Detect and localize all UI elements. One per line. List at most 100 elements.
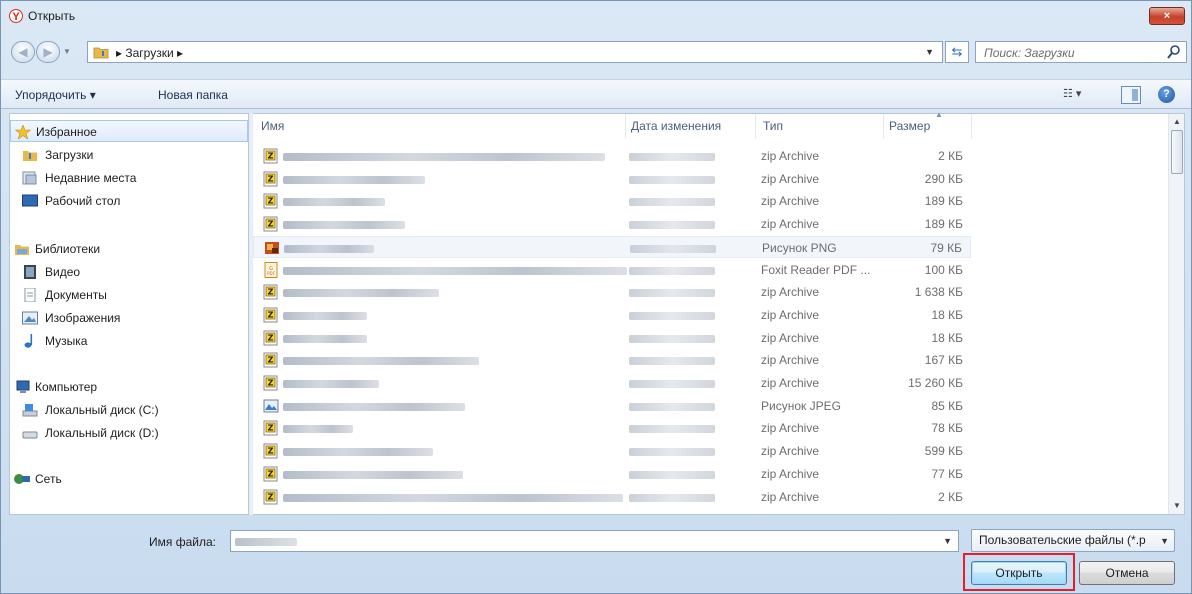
table-row[interactable]: Рисунок JPEG 85 КБ xyxy=(253,395,971,417)
svg-text:Z: Z xyxy=(268,197,274,206)
nav-disk-c[interactable]: Локальный диск (C:) xyxy=(10,399,248,421)
desktop-icon xyxy=(22,194,38,207)
close-button[interactable]: × xyxy=(1149,7,1185,25)
zip-archive-icon: Z xyxy=(263,466,279,482)
svg-text:Z: Z xyxy=(268,379,274,388)
column-size[interactable]: Размер xyxy=(889,114,930,138)
column-name[interactable]: Имя xyxy=(261,114,284,138)
table-row[interactable]: Zzip Archive 18 КБ xyxy=(253,327,971,349)
zip-archive-icon: Z xyxy=(263,375,279,391)
file-date-redacted xyxy=(629,425,715,434)
table-row[interactable]: Zzip Archive 2 КБ xyxy=(253,145,971,167)
table-row[interactable]: Zzip Archive 290 КБ xyxy=(253,168,971,190)
forward-button[interactable]: ▶ xyxy=(36,41,60,63)
table-row[interactable]: Zzip Archive 2 КБ xyxy=(253,486,971,508)
table-row[interactable]: Zzip Archive 15 260 КБ xyxy=(253,372,971,394)
refresh-icon[interactable]: ⇆ xyxy=(945,41,969,63)
column-divider[interactable] xyxy=(883,114,884,138)
file-type-filter[interactable]: Пользовательские файлы (*.p ▼ xyxy=(971,529,1175,552)
filename-input[interactable]: ▼ xyxy=(230,530,959,552)
back-button[interactable]: ◀ xyxy=(11,41,35,63)
file-name-redacted xyxy=(283,493,623,502)
filename-value-redacted xyxy=(235,538,297,546)
file-type: zip Archive xyxy=(761,489,820,504)
highlight-annotation xyxy=(963,553,1075,591)
breadcrumb[interactable]: ▸ Загрузки ▸ xyxy=(116,46,183,60)
file-type: zip Archive xyxy=(761,217,820,232)
file-size: 1 638 КБ xyxy=(914,285,963,300)
search-placeholder: Поиск: Загрузки xyxy=(984,46,1075,60)
zip-archive-icon: Z xyxy=(263,193,279,209)
file-name-redacted xyxy=(283,357,479,366)
file-size: 77 КБ xyxy=(931,466,963,481)
new-folder-button[interactable]: Новая папка xyxy=(158,88,228,102)
system-drive-icon xyxy=(22,404,38,417)
zip-archive-icon: Z xyxy=(263,216,279,232)
preview-pane-icon[interactable] xyxy=(1121,86,1141,104)
vertical-scrollbar[interactable]: ▲ ▼ xyxy=(1168,114,1184,514)
filename-dropdown-icon[interactable]: ▼ xyxy=(943,536,952,546)
file-type: Рисунок PNG xyxy=(762,240,837,255)
nav-music[interactable]: Музыка xyxy=(10,330,248,352)
downloads-folder-icon xyxy=(23,151,37,161)
table-row[interactable]: Рисунок PNG 79 КБ xyxy=(253,235,971,258)
column-divider[interactable] xyxy=(755,114,756,138)
column-date[interactable]: Дата изменения xyxy=(631,114,721,138)
address-dropdown-icon[interactable]: ▼ xyxy=(925,47,934,57)
scroll-thumb[interactable] xyxy=(1171,130,1183,174)
folder-icon xyxy=(93,47,109,59)
title-bar: Y Открыть × xyxy=(1,1,1191,31)
file-date-redacted xyxy=(629,402,715,411)
table-row[interactable]: Zzip Archive 167 КБ xyxy=(253,349,971,371)
column-divider[interactable] xyxy=(625,114,626,138)
table-row[interactable]: Zzip Archive 189 КБ xyxy=(253,190,971,212)
file-size: 15 260 КБ xyxy=(908,376,963,390)
nav-desktop[interactable]: Рабочий стол xyxy=(10,190,248,212)
scroll-down-icon[interactable]: ▼ xyxy=(1169,498,1185,514)
nav-documents[interactable]: Документы xyxy=(10,284,248,306)
table-row[interactable]: Zzip Archive 18 КБ xyxy=(253,304,971,326)
search-input[interactable]: Поиск: Загрузки xyxy=(975,41,1187,63)
file-type-filter-value: Пользовательские файлы (*.p xyxy=(979,533,1146,547)
zip-archive-icon: Z xyxy=(263,352,279,368)
nav-recent-places[interactable]: Недавние места xyxy=(10,167,248,189)
file-date-redacted xyxy=(629,334,715,343)
file-date-redacted xyxy=(629,266,715,275)
svg-text:Z: Z xyxy=(268,492,274,501)
nav-images[interactable]: Изображения xyxy=(10,307,248,329)
video-icon xyxy=(24,265,36,279)
zip-archive-icon: Z xyxy=(263,489,279,505)
view-options-icon[interactable]: ☷ ▾ xyxy=(1063,87,1097,103)
nav-computer[interactable]: Компьютер xyxy=(10,376,248,398)
table-row[interactable]: Zzip Archive 189 КБ xyxy=(253,213,971,235)
command-toolbar: Упорядочить ▾ Новая папка ☷ ▾ ? xyxy=(1,79,1191,109)
file-size: 18 КБ xyxy=(931,307,963,322)
table-row[interactable]: Zzip Archive 1 638 КБ xyxy=(253,281,971,303)
column-divider[interactable] xyxy=(971,114,972,138)
nav-downloads[interactable]: Загрузки xyxy=(10,144,248,166)
column-type[interactable]: Тип xyxy=(763,114,783,138)
table-row[interactable]: Zzip Archive 77 КБ xyxy=(253,463,971,485)
nav-video[interactable]: Видео xyxy=(10,261,248,283)
nav-favorites[interactable]: Избранное xyxy=(10,120,248,142)
search-icon[interactable] xyxy=(1166,44,1182,60)
help-icon[interactable]: ? xyxy=(1158,86,1175,103)
file-name-redacted xyxy=(283,311,367,320)
organize-button[interactable]: Упорядочить ▾ xyxy=(15,88,96,102)
nav-network[interactable]: Сеть xyxy=(10,468,248,490)
table-row[interactable]: Zzip Archive 599 КБ xyxy=(253,440,971,462)
address-bar[interactable]: ▸ Загрузки ▸ ▼ xyxy=(87,41,943,63)
table-row[interactable]: Zzip Archive 78 КБ xyxy=(253,417,971,439)
computer-icon xyxy=(16,380,30,393)
chevron-down-icon[interactable]: ▼ xyxy=(1160,531,1169,552)
file-type: zip Archive xyxy=(761,376,820,390)
svg-text:Z: Z xyxy=(268,424,274,433)
scroll-up-icon[interactable]: ▲ xyxy=(1169,114,1185,130)
cancel-button[interactable]: Отмена xyxy=(1079,561,1175,585)
nav-disk-d[interactable]: Локальный диск (D:) xyxy=(10,422,248,444)
file-date-redacted xyxy=(630,244,716,253)
file-size: 79 КБ xyxy=(930,240,962,255)
history-dropdown-icon[interactable]: ▼ xyxy=(63,47,71,56)
table-row[interactable]: G PDF Foxit Reader PDF ... 100 КБ xyxy=(253,259,971,281)
nav-libraries[interactable]: Библиотеки xyxy=(10,238,248,260)
